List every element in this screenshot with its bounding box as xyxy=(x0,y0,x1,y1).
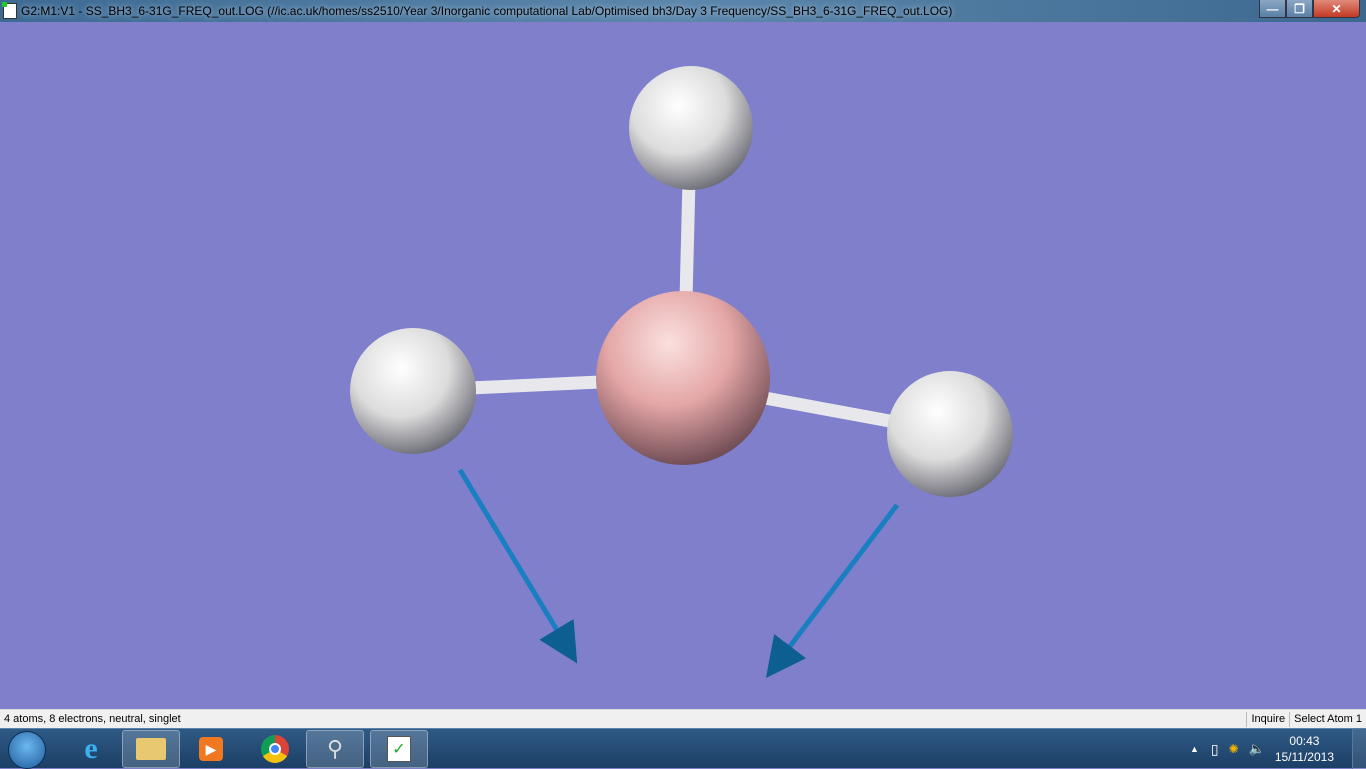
clock-date: 15/11/2013 xyxy=(1274,750,1334,764)
title-bar: G2:M1:V1 - SS_BH3_6-31G_FREQ_out.LOG (//… xyxy=(0,0,1366,22)
internet-explorer-taskbar-button[interactable]: e xyxy=(62,730,120,768)
gaussview-app-icon[interactable] xyxy=(2,2,17,19)
show-desktop-button[interactable] xyxy=(1352,729,1366,769)
explorer-taskbar-button[interactable] xyxy=(122,730,180,768)
media-player-taskbar-button[interactable]: ▶ xyxy=(182,730,240,768)
restore-button[interactable]: ❐ xyxy=(1286,0,1313,18)
atom-boron[interactable] xyxy=(596,291,770,465)
chrome-icon xyxy=(261,735,289,763)
gaussview-taskbar-button[interactable]: ⚲ xyxy=(306,730,364,768)
atom-h-left[interactable] xyxy=(350,328,476,454)
start-button[interactable] xyxy=(8,731,46,769)
taskbar: e ▶ ⚲ ✓ ▲ ▯ ✺ 🔈 00:43 15/11/2013 xyxy=(0,728,1366,769)
bond-b-h1[interactable] xyxy=(679,179,696,301)
chart-app-taskbar-button[interactable]: ✓ xyxy=(370,730,428,768)
atom-h-top[interactable] xyxy=(629,66,753,190)
gaussview-icon: ⚲ xyxy=(326,736,344,761)
network-icon[interactable]: ✺ xyxy=(1229,742,1239,756)
molecule-viewport[interactable] xyxy=(0,22,1366,709)
minimize-button[interactable]: — xyxy=(1259,0,1286,18)
show-hidden-icons-button[interactable]: ▲ xyxy=(1190,744,1199,754)
bond-b-h2[interactable] xyxy=(469,375,601,395)
mode-indicator: Inquire xyxy=(1246,711,1289,727)
displacement-arrow-right xyxy=(765,503,899,678)
molecule-view xyxy=(350,66,1013,678)
folder-icon xyxy=(136,738,166,760)
window-title: G2:M1:V1 - SS_BH3_6-31G_FREQ_out.LOG (//… xyxy=(21,4,953,18)
volume-icon[interactable]: 🔈 xyxy=(1249,741,1265,757)
system-tray: ▲ ▯ ✺ 🔈 00:43 15/11/2013 xyxy=(1190,729,1366,769)
media-player-icon: ▶ xyxy=(199,737,223,761)
internet-explorer-icon: e xyxy=(84,732,98,765)
bond-b-h3[interactable] xyxy=(763,391,897,429)
power-icon[interactable]: ▯ xyxy=(1211,741,1219,758)
chart-app-icon: ✓ xyxy=(387,736,411,762)
close-button[interactable]: ✕ xyxy=(1313,0,1360,18)
clock[interactable]: 00:43 15/11/2013 xyxy=(1275,733,1334,765)
atom-h-right[interactable] xyxy=(887,371,1013,497)
displacement-arrow-left xyxy=(457,468,578,664)
chrome-taskbar-button[interactable] xyxy=(246,730,304,768)
status-bar: 4 atoms, 8 electrons, neutral, singlet I… xyxy=(0,709,1366,728)
status-message: 4 atoms, 8 electrons, neutral, singlet xyxy=(4,713,181,725)
clock-time: 00:43 xyxy=(1289,734,1320,748)
selection-prompt: Select Atom 1 xyxy=(1289,711,1366,727)
